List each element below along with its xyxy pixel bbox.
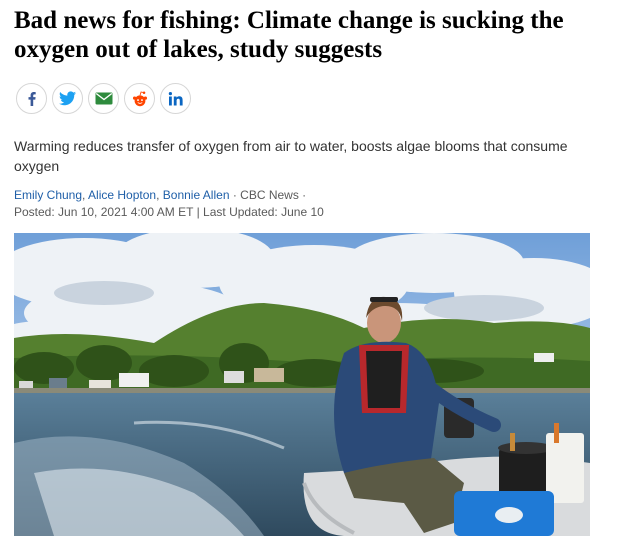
share-reddit-button[interactable]: [124, 83, 155, 114]
date-divider: |: [196, 205, 200, 219]
article-deck: Warming reduces transfer of oxygen from …: [14, 138, 568, 174]
article-headline: Bad news for fishing: Climate change is …: [14, 7, 564, 63]
share-bar: [16, 83, 191, 114]
author-link[interactable]: Emily Chung: [14, 188, 82, 202]
email-icon: [95, 92, 112, 105]
twitter-icon: [59, 91, 76, 106]
share-email-button[interactable]: [88, 83, 119, 114]
dateline: Posted: Jun 10, 2021 4:00 AM ET | Last U…: [14, 204, 324, 221]
share-twitter-button[interactable]: [52, 83, 83, 114]
updated-date: Last Updated: June 10: [203, 205, 324, 219]
share-linkedin-button[interactable]: [160, 83, 191, 114]
author-link[interactable]: Bonnie Allen: [163, 188, 230, 202]
source-name: · CBC News ·: [232, 188, 307, 202]
posted-date: Posted: Jun 10, 2021 4:00 AM ET: [14, 205, 194, 219]
facebook-icon: [28, 91, 36, 106]
linkedin-icon: [168, 91, 183, 105]
reddit-icon: [132, 90, 147, 106]
author-separator: ,: [156, 188, 163, 202]
article-photo: [14, 233, 590, 536]
share-facebook-button[interactable]: [16, 83, 47, 114]
author-link[interactable]: Alice Hopton: [88, 188, 156, 202]
byline: Emily Chung, Alice Hopton, Bonnie Allen …: [14, 187, 614, 204]
